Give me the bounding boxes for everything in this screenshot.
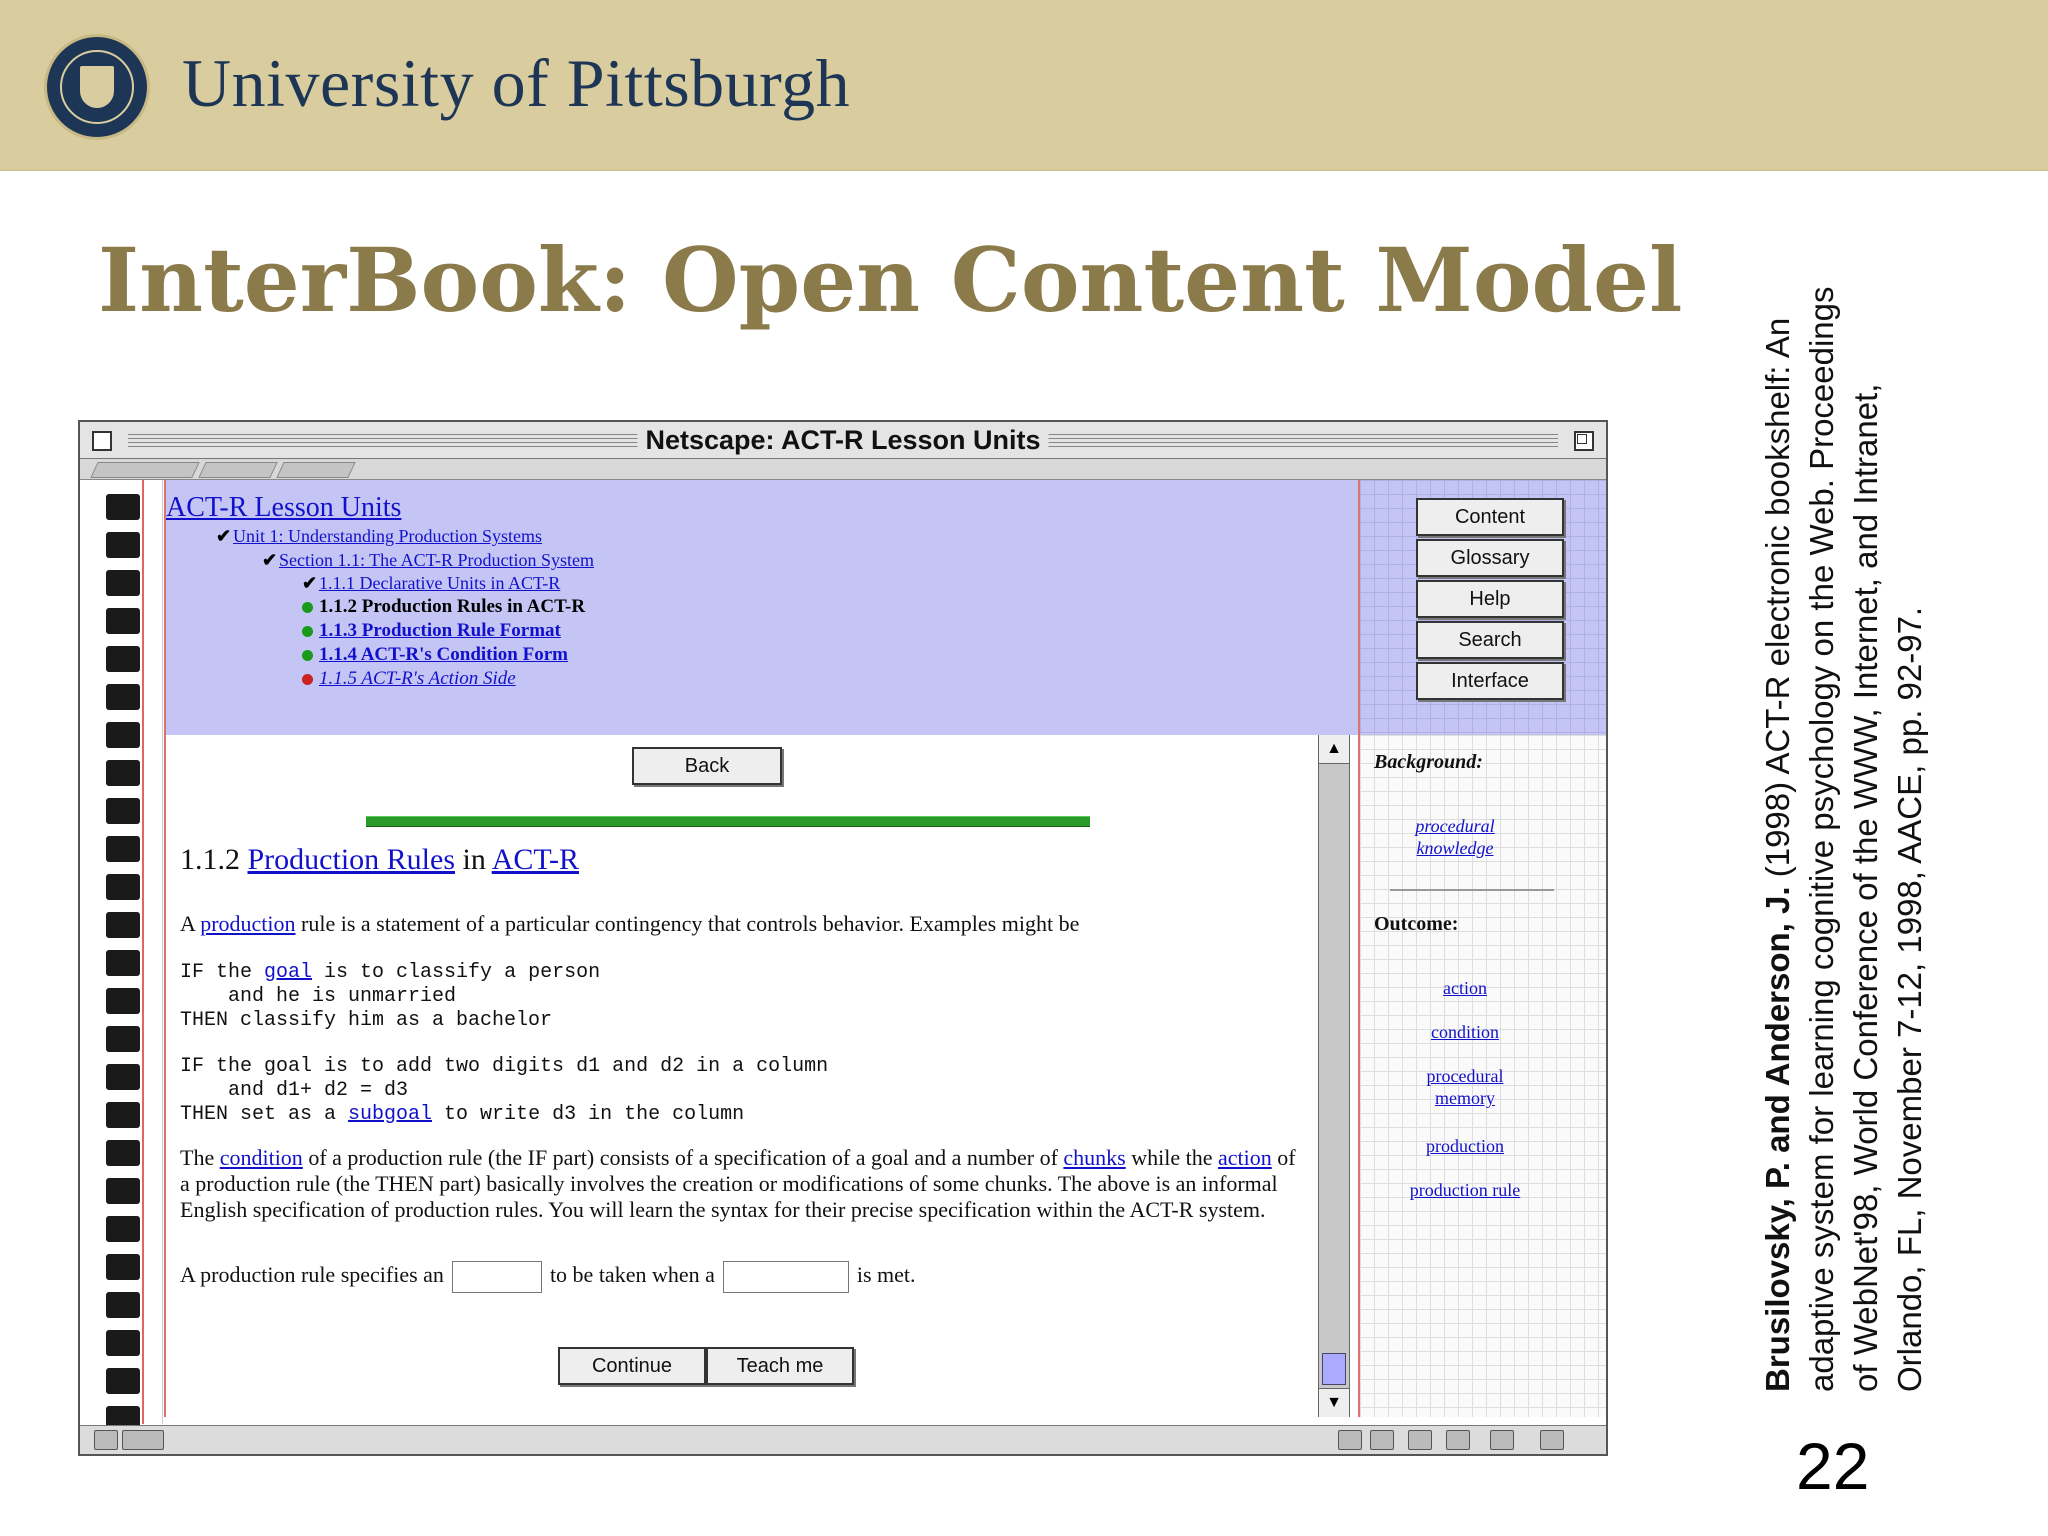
- background-link[interactable]: procedural knowledge: [1400, 815, 1510, 859]
- window-titlebar[interactable]: Netscape: ACT-R Lesson Units: [80, 422, 1606, 459]
- component-icon-5[interactable]: [1490, 1430, 1514, 1450]
- answer-input-2[interactable]: [722, 1261, 849, 1293]
- answer-input-1[interactable]: [451, 1261, 542, 1293]
- outcome-link-production[interactable]: production: [1360, 1135, 1570, 1157]
- continue-button[interactable]: Continue: [558, 1347, 706, 1385]
- outcome-link-production-rule[interactable]: production rule: [1360, 1179, 1570, 1201]
- connection-icon: [122, 1430, 164, 1450]
- spiral-ring: [106, 684, 140, 710]
- teach-me-button[interactable]: Teach me: [706, 1347, 854, 1385]
- spiral-ring: [106, 722, 140, 748]
- toc-item-1-1-4[interactable]: 1.1.4 ACT-R's Condition Form: [302, 644, 568, 666]
- intro-paragraph: A production rule is a statement of a pa…: [180, 911, 1080, 936]
- spiral-ring: [106, 532, 140, 558]
- toc-unit-link[interactable]: ✔ Unit 1: Understanding Production System…: [216, 526, 542, 547]
- spiral-ring: [106, 836, 140, 862]
- tab-bar: [80, 459, 1606, 480]
- spiral-ring: [106, 1292, 140, 1318]
- component-icon-3[interactable]: [1408, 1430, 1432, 1450]
- spiral-ring: [106, 608, 140, 634]
- toc-item-1-1-5[interactable]: 1.1.5 ACT-R's Action Side: [302, 668, 516, 690]
- outcome-link-condition[interactable]: condition: [1360, 1021, 1570, 1043]
- security-lock-icon[interactable]: [94, 1430, 118, 1450]
- spiral-ring: [106, 1368, 140, 1394]
- spiral-ring: [106, 798, 140, 824]
- spiral-ring: [106, 1102, 140, 1128]
- toc-item-1-1-2: 1.1.2 Production Rules in ACT-R: [302, 596, 585, 618]
- scroll-thumb[interactable]: [1322, 1353, 1346, 1385]
- spiral-ring: [106, 912, 140, 938]
- condition-link[interactable]: condition: [220, 1145, 303, 1170]
- spiral-ring: [106, 1064, 140, 1090]
- sidebar-divider: [1390, 889, 1554, 891]
- status-bar: [80, 1425, 1606, 1454]
- spiral-ring: [106, 1330, 140, 1356]
- zoom-box-icon[interactable]: [1574, 431, 1594, 451]
- question-line: A production rule specifies an to be take…: [180, 1261, 1300, 1293]
- chunks-link[interactable]: chunks: [1063, 1145, 1125, 1170]
- explanation-paragraph: The condition of a production rule (the …: [180, 1145, 1296, 1222]
- outcome-label: Outcome:: [1374, 913, 1459, 935]
- code-example-1: IF the goal is to classify a person and …: [180, 961, 601, 1032]
- header-banner: University of Pittsburgh: [0, 0, 2048, 171]
- spiral-ring: [106, 570, 140, 596]
- toc-root-link[interactable]: ACT-R Lesson Units: [166, 492, 401, 524]
- help-button[interactable]: Help: [1416, 580, 1564, 618]
- page-heading: 1.1.2 Production Rules in ACT-R: [180, 843, 579, 876]
- toc-section-link[interactable]: ✔ Section 1.1: The ACT-R Production Syste…: [262, 550, 594, 571]
- spiral-binding: [92, 480, 163, 1432]
- spiral-ring: [106, 1254, 140, 1280]
- content-button[interactable]: Content: [1416, 498, 1564, 536]
- outcome-link-procedural-memory[interactable]: procedural memory: [1420, 1065, 1510, 1109]
- concept-sidebar: Background: procedural knowledge Outcome…: [1358, 735, 1606, 1417]
- production-link[interactable]: production: [200, 911, 295, 936]
- component-icon-6[interactable]: [1540, 1430, 1564, 1450]
- spiral-ring: [106, 874, 140, 900]
- slide-title: InterBook: Open Content Model: [98, 228, 1683, 332]
- outcome-link-action[interactable]: action: [1360, 977, 1570, 999]
- spiral-ring: [106, 1178, 140, 1204]
- back-button[interactable]: Back: [632, 747, 782, 785]
- university-name: University of Pittsburgh: [182, 45, 851, 121]
- window-title: Netscape: ACT-R Lesson Units: [637, 425, 1049, 456]
- content-frame: Back 1.1.2 Production Rules in ACT-R A p…: [164, 735, 1398, 1417]
- spiral-ring: [106, 760, 140, 786]
- spiral-ring: [106, 1026, 140, 1052]
- toc-frame: ACT-R Lesson Units ✔ Unit 1: Understandin…: [164, 480, 1438, 735]
- interface-button[interactable]: Interface: [1416, 662, 1564, 700]
- toc-item-1-1-3[interactable]: 1.1.3 Production Rule Format: [302, 620, 561, 642]
- spiral-ring: [106, 988, 140, 1014]
- search-button[interactable]: Search: [1416, 621, 1564, 659]
- spiral-ring: [106, 1140, 140, 1166]
- goal-link[interactable]: goal: [264, 961, 312, 984]
- production-rules-link[interactable]: Production Rules: [248, 843, 456, 876]
- action-link[interactable]: action: [1218, 1145, 1272, 1170]
- close-box-icon[interactable]: [92, 431, 112, 451]
- netscape-window: Netscape: ACT-R Lesson Units ACT-R Lesso…: [78, 420, 1608, 1456]
- component-icon-4[interactable]: [1446, 1430, 1470, 1450]
- background-label: Background:: [1374, 751, 1483, 773]
- component-icon-1[interactable]: [1338, 1430, 1362, 1450]
- glossary-button[interactable]: Glossary: [1416, 539, 1564, 577]
- scroll-down-arrow-icon[interactable]: ▼: [1319, 1388, 1349, 1417]
- code-example-2: IF the goal is to add two digits d1 and …: [180, 1055, 829, 1126]
- citation-text: Brusilovsky, P. and Anderson, J. (1998) …: [1759, 286, 1928, 1392]
- toc-item-1-1-1[interactable]: ✔ 1.1.1 Declarative Units in ACT-R: [302, 573, 560, 594]
- subgoal-link[interactable]: subgoal: [348, 1103, 432, 1126]
- spiral-ring: [106, 494, 140, 520]
- university-seal-icon: [44, 34, 150, 140]
- component-icon-2[interactable]: [1370, 1430, 1394, 1450]
- nav-frame: Content Glossary Help Search Interface: [1358, 480, 1606, 735]
- green-divider: [366, 816, 1090, 827]
- content-scrollbar[interactable]: ▲ ▼: [1318, 735, 1350, 1417]
- spiral-ring: [106, 950, 140, 976]
- slide-number: 22: [1796, 1429, 1870, 1503]
- scroll-up-arrow-icon[interactable]: ▲: [1319, 735, 1349, 764]
- spiral-ring: [106, 646, 140, 672]
- spiral-ring: [106, 1216, 140, 1242]
- act-r-link[interactable]: ACT-R: [492, 843, 579, 876]
